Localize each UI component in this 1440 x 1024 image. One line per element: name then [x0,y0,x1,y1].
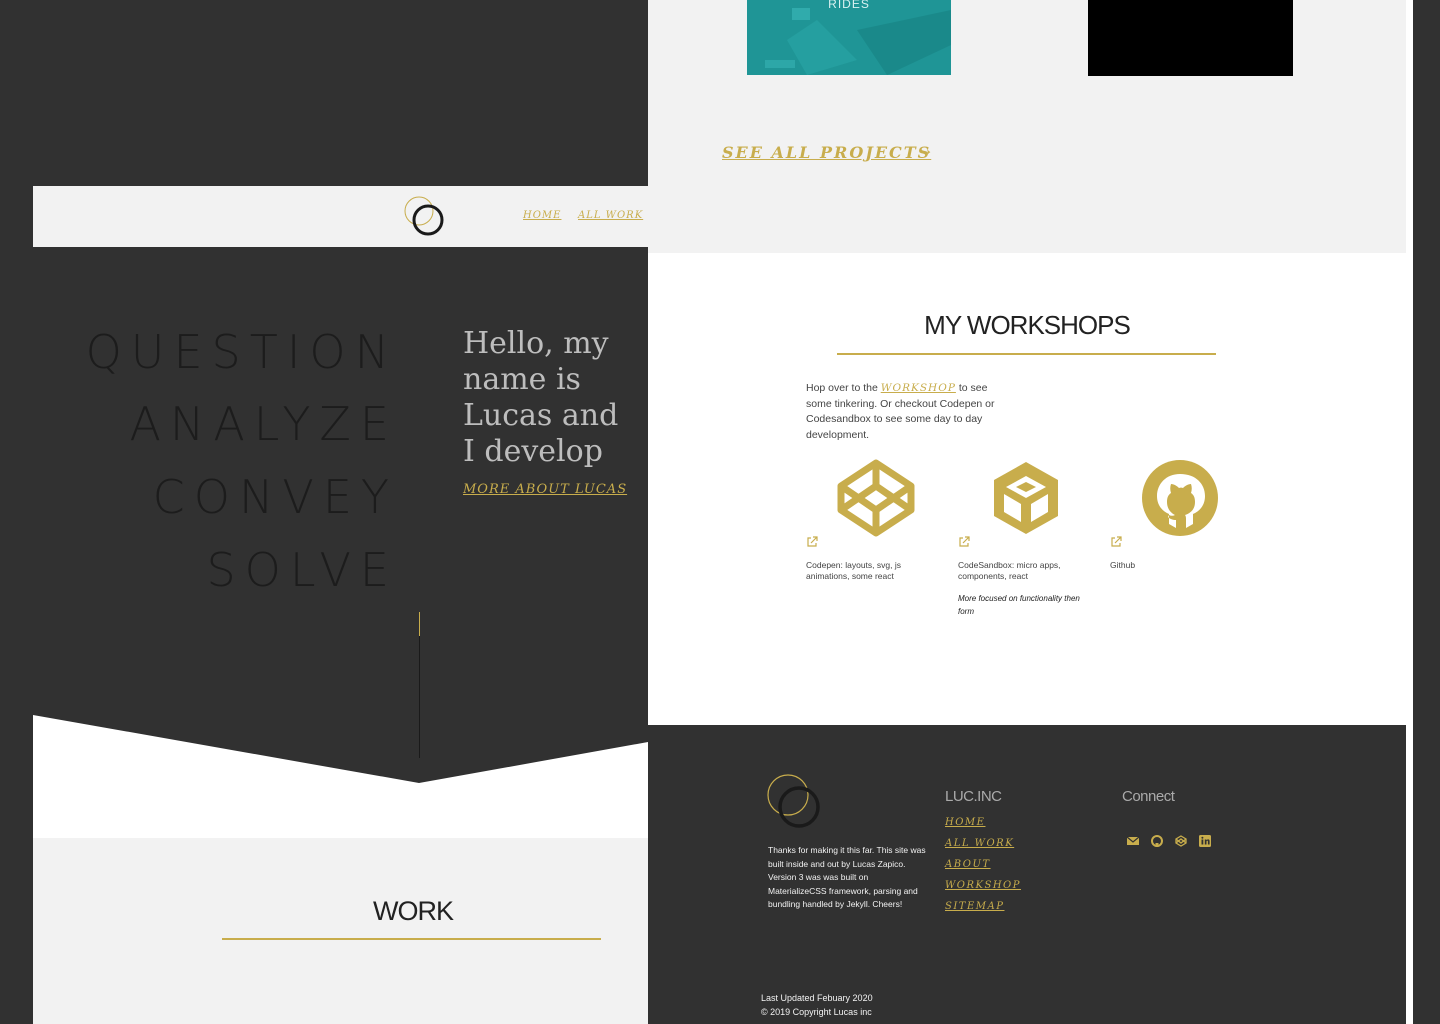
linkedin-icon[interactable] [1199,835,1211,847]
footer-link-all-work[interactable]: ALL WORK [945,838,1014,849]
external-link-icon[interactable] [806,536,818,548]
hero-word-analyze: ANALYZE [129,397,398,451]
footer-link-home[interactable]: HOME [945,817,985,828]
footer-about-text: Thanks for making it this far. This site… [768,845,926,909]
footer-brand-heading: LUC.INC [945,788,1002,805]
copyright-text: © 2019 Copyright Lucas inc [761,1007,872,1017]
hero-word-question: QUESTION [85,325,398,379]
workshops-title: MY WORKSHOPS [924,310,1131,340]
left-navbar: HOME ALL WORK [33,186,648,247]
page-edge [1406,0,1413,1024]
more-about-link[interactable]: MORE ABOUT LUCAS [463,482,627,497]
hero-word-solve: SOLVE [206,543,398,597]
workshops-title-underline [837,353,1216,355]
workshops-description: Hop over to the WORKSHOP to see some tin… [806,382,995,441]
footer-link-workshop[interactable]: WORKSHOP [945,880,1021,891]
codesandbox-icon[interactable] [986,458,1066,538]
workshop-caption: CodeSandbox: micro apps, components, rea… [958,560,1061,581]
work-title-underline [222,938,601,940]
github-icon[interactable] [1140,458,1220,538]
chevron-divider [33,715,648,839]
rides-image [747,0,951,75]
workshop-caption: Codepen: layouts, svg, js animations, so… [806,560,901,581]
arrow-right-icon[interactable]: → [916,139,934,160]
project-thumbnail-rides[interactable]: RIDES [747,0,951,75]
workshops-section: MY WORKSHOPS Hop over to the WORKSHOP to… [648,253,1413,725]
see-all-projects-link[interactable]: SEE ALL PROJECTS [722,143,931,162]
footer-connect-heading: Connect [1122,788,1175,805]
circle-logo-icon[interactable] [766,773,826,833]
workshop-caption: Github [1110,560,1136,570]
nav-all-work-link[interactable]: ALL WORK [578,210,643,221]
footer-meta: Last Updated Febuary 2020 © 2019 Copyrig… [761,991,873,1019]
nav-home-link[interactable]: HOME [523,210,561,221]
divider-line [419,612,420,636]
footer-link-sitemap[interactable]: SITEMAP [945,901,1004,912]
site-footer: Thanks for making it this far. This site… [648,725,1406,1024]
codepen-icon[interactable] [836,458,916,538]
work-section: WORK [33,838,648,1024]
project-label: RIDES [828,0,870,11]
circle-logo-icon[interactable] [401,193,449,241]
hero-intro: Hello, my name is Lucas and I develop [463,326,619,469]
projects-section: RIDES SEE ALL PROJECTS → [648,0,1406,253]
workshop-note: More focused on functionality then form [958,594,1080,616]
github-icon[interactable] [1151,835,1163,847]
codepen-icon[interactable] [1175,835,1187,847]
footer-link-about[interactable]: ABOUT [945,859,991,870]
external-link-icon[interactable] [1110,536,1122,548]
external-link-icon[interactable] [958,536,970,548]
workshop-link[interactable]: WORKSHOP [881,382,956,394]
project-thumbnail-dark[interactable] [1088,0,1293,76]
hero-word-convey: CONVEY [152,470,398,524]
envelope-icon[interactable] [1127,835,1139,847]
last-updated-text: Last Updated Febuary 2020 [761,993,873,1003]
